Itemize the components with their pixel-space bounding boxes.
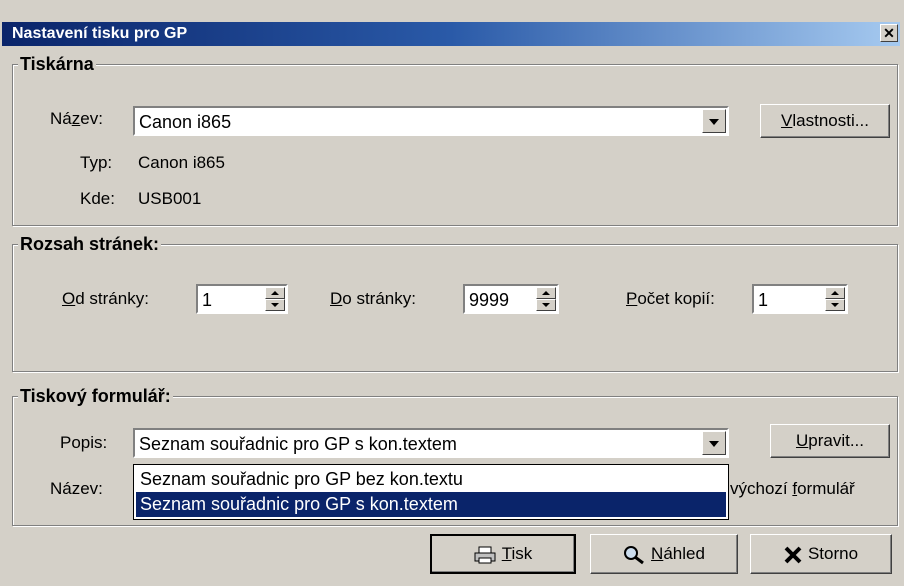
cancel-button[interactable]: Storno [750, 534, 892, 574]
to-page-stepper[interactable]: 9999 [463, 284, 559, 314]
printer-icon [474, 546, 496, 564]
spin-arrows-icon[interactable] [265, 287, 285, 311]
printer-type-label: Typ: [80, 153, 113, 172]
from-page-stepper[interactable]: 1 [196, 284, 288, 314]
form-description-value: Seznam souřadnic pro GP s kon.textem [139, 434, 457, 454]
spin-arrows-icon[interactable] [825, 287, 845, 311]
copies-label: Počet kopií: [626, 289, 715, 308]
list-item[interactable]: Seznam souřadnic pro GP bez kon.textu [136, 467, 726, 492]
printer-name-combo[interactable]: Canon i865 [133, 106, 729, 136]
to-page-label: Do stránky: [330, 289, 416, 308]
edit-button[interactable]: Upravit... [770, 424, 890, 458]
printer-name-label: Název: [50, 109, 103, 128]
magnifier-icon [624, 545, 644, 564]
close-button[interactable]: ✕ [880, 24, 898, 42]
form-name-label: Název: [50, 479, 103, 498]
x-icon [784, 546, 802, 563]
chevron-down-icon[interactable] [702, 431, 726, 455]
close-icon: ✕ [883, 25, 895, 41]
print-button[interactable]: Tisk [430, 534, 576, 574]
form-description-combo[interactable]: Seznam souřadnic pro GP s kon.textem [133, 428, 729, 458]
list-item-selected[interactable]: Seznam souřadnic pro GP s kon.textem [136, 492, 726, 517]
page-range-legend: Rozsah stránek: [18, 234, 162, 254]
form-dropdown-list[interactable]: Seznam souřadnic pro GP bez kon.textu Se… [133, 464, 729, 520]
preview-button[interactable]: Náhled [590, 534, 738, 574]
chevron-down-icon[interactable] [702, 109, 726, 133]
copies-stepper[interactable]: 1 [752, 284, 848, 314]
from-page-value: 1 [202, 290, 213, 310]
printer-where-value: USB001 [138, 189, 202, 208]
printer-name-value: Canon i865 [139, 112, 232, 132]
spin-arrows-icon[interactable] [536, 287, 556, 311]
printer-legend: Tiskárna [18, 54, 96, 74]
default-form-label[interactable]: výchozí formulář [730, 478, 855, 500]
copies-value: 1 [758, 290, 769, 310]
to-page-value: 9999 [469, 290, 510, 310]
from-page-label: Od stránky: [62, 289, 149, 308]
form-description-label: Popis: [60, 433, 108, 452]
window-title: Nastavení tisku pro GP [12, 25, 188, 42]
print-form-legend: Tiskový formulář: [18, 386, 173, 406]
print-settings-dialog: Nastavení tisku pro GP ✕ Tiskárna Název:… [0, 0, 904, 586]
properties-button[interactable]: Vlastnosti... [760, 104, 890, 138]
printer-where-label: Kde: [80, 189, 115, 208]
title-bar[interactable]: Nastavení tisku pro GP ✕ [2, 22, 900, 46]
printer-type-value: Canon i865 [138, 153, 225, 172]
